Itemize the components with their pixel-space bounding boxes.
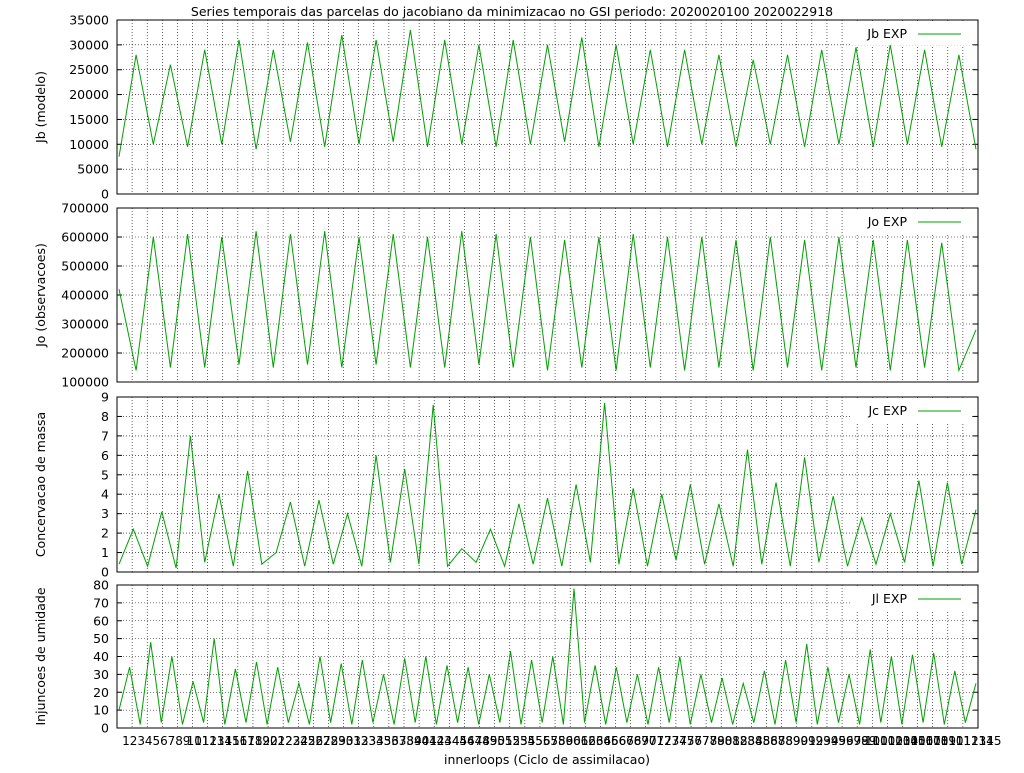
y-tick-label: 30000 — [69, 37, 109, 52]
y-tick-label: 60 — [93, 613, 109, 628]
y-tick-label: 2 — [101, 526, 109, 541]
y-tick-label: 20 — [93, 685, 109, 700]
y-axis-label: Jo (observacoes) — [33, 243, 48, 348]
chart-title: Series temporais das parcelas do jacobia… — [191, 4, 833, 19]
chart-area: Series temporais das parcelas do jacobia… — [0, 0, 1024, 768]
y-tick-label: 80 — [93, 578, 109, 593]
y-tick-label: 5 — [101, 467, 109, 482]
y-tick-label: 35000 — [69, 13, 109, 28]
y-tick-label: 500000 — [61, 259, 109, 274]
y-tick-label: 400000 — [61, 288, 109, 303]
y-tick-label: 300000 — [61, 317, 109, 332]
x-tick-labels: 1 2 3 4 5 6 7 8 91011121314151617181920212223242… — [122, 734, 1001, 748]
legend-label: Jo EXP — [867, 214, 908, 229]
y-tick-label: 15000 — [69, 112, 109, 127]
x-tick-label: 8 — [175, 734, 183, 748]
legend: Jl EXP — [852, 588, 970, 610]
y-tick-label: 50 — [93, 631, 109, 646]
legend: Jc EXP — [852, 400, 970, 422]
y-tick-label: 40 — [93, 649, 109, 664]
y-tick-label: 4 — [101, 487, 109, 502]
y-tick-label: 70 — [93, 595, 109, 610]
legend: Jb EXP — [852, 23, 970, 45]
y-tick-label: 5000 — [77, 162, 109, 177]
y-tick-label: 0 — [101, 721, 109, 736]
x-tick-label: 2 — [130, 734, 138, 748]
y-tick-label: 7 — [101, 428, 109, 443]
legend: Jo EXP — [852, 211, 970, 233]
chart-svg: Series temporais das parcelas do jacobia… — [0, 0, 1024, 768]
x-tick-label: 7 — [168, 734, 176, 748]
y-tick-label: 6 — [101, 448, 109, 463]
y-tick-label: 8 — [101, 409, 109, 424]
x-tick-label: 5 — [152, 734, 160, 748]
y-axis-label: Jb (modelo) — [33, 71, 48, 144]
x-tick-label: 3 — [137, 734, 145, 748]
y-tick-label: 10000 — [69, 137, 109, 152]
y-tick-label: 10 — [93, 703, 109, 718]
y-tick-label: 0 — [101, 187, 109, 202]
y-tick-label: 100000 — [61, 375, 109, 390]
x-axis-label: innerloops (Ciclo de assimilacao) — [444, 752, 650, 767]
legend-label: Jc EXP — [867, 403, 907, 418]
y-tick-label: 1 — [101, 545, 109, 560]
y-axis-label: Concervacao de massa — [33, 412, 48, 557]
x-tick-label: 1 — [122, 734, 130, 748]
y-tick-label: 600000 — [61, 230, 109, 245]
y-tick-label: 25000 — [69, 62, 109, 77]
x-tick-label: 115 — [979, 734, 1002, 748]
legend-label: Jb EXP — [866, 26, 907, 41]
y-tick-label: 3 — [101, 506, 109, 521]
y-tick-label: 200000 — [61, 346, 109, 361]
y-tick-label: 700000 — [61, 201, 109, 216]
legend-label: Jl EXP — [871, 591, 908, 606]
y-tick-label: 20000 — [69, 87, 109, 102]
x-tick-label: 4 — [145, 734, 153, 748]
y-tick-label: 9 — [101, 390, 109, 405]
y-tick-label: 30 — [93, 667, 109, 682]
x-tick-label: 6 — [160, 734, 168, 748]
y-axis-label: Injuncoes de umidade — [33, 587, 48, 725]
